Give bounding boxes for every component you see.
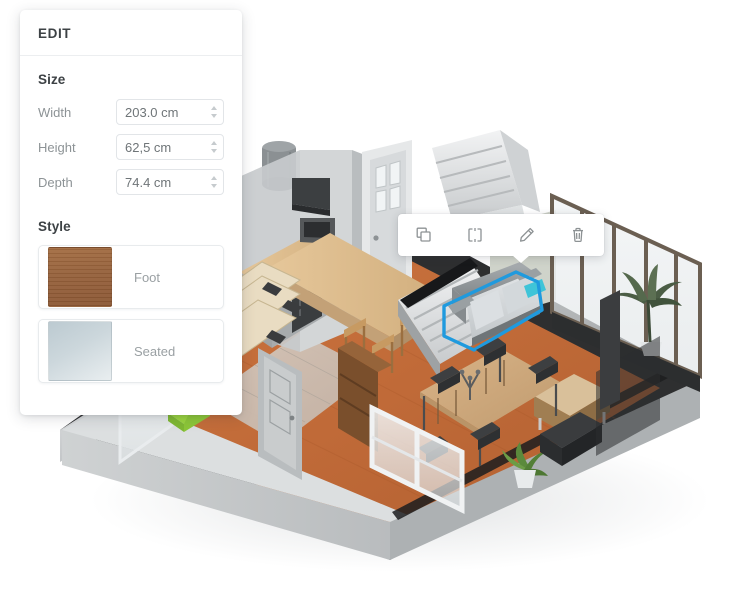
depth-input[interactable]: 74.4 cm [116,169,224,195]
depth-value: 74.4 cm [125,174,172,190]
copy-icon [415,226,433,244]
width-value: 203.0 cm [125,104,179,120]
stepper-down-arrow-icon[interactable] [211,184,217,188]
height-field-row: Height 62,5 cm [38,134,224,160]
staircase-upper [432,130,540,220]
edit-button[interactable] [501,214,553,256]
object-context-toolbar[interactable] [398,214,605,263]
stepper-down-arrow-icon[interactable] [211,149,217,153]
style-option-foot-label: Foot [134,269,161,285]
style-section-heading: Style [38,219,71,234]
height-stepper[interactable] [205,135,223,159]
style-swatch-wood [48,247,112,307]
duplicate-button[interactable] [398,214,450,256]
mirror-button[interactable] [450,214,502,256]
width-input[interactable]: 203.0 cm [116,99,224,125]
interior-door-panel [264,356,296,470]
width-field-row: Width 203.0 cm [38,99,224,125]
style-option-foot[interactable]: Foot [38,245,224,309]
depth-field-row: Depth 74.4 cm [38,169,224,195]
depth-stepper[interactable] [205,170,223,194]
width-label: Width [38,104,72,120]
edit-panel: EDIT Size Width 203.0 cm Height 62,5 cm [20,10,242,415]
pencil-icon [518,226,536,244]
interior-door-handle [289,415,295,421]
app-root: EDIT Size Width 203.0 cm Height 62,5 cm [0,0,730,602]
height-input[interactable]: 62,5 cm [116,134,224,160]
depth-label: Depth [38,174,73,190]
style-swatch-fabric [48,321,112,381]
height-label: Height [38,139,76,155]
panel-title: EDIT [38,26,72,41]
style-option-seated[interactable]: Seated [38,319,224,383]
delete-button[interactable] [553,214,605,256]
stepper-up-arrow-icon[interactable] [211,141,217,145]
stepper-up-arrow-icon[interactable] [211,106,217,110]
height-value: 62,5 cm [125,139,172,155]
style-option-seated-label: Seated [134,343,176,359]
trash-icon [569,226,587,244]
edit-panel-header: EDIT [20,10,242,56]
mirror-icon [466,226,484,244]
size-section-heading: Size [38,72,66,87]
stepper-down-arrow-icon[interactable] [211,114,217,118]
door-handle [373,235,379,241]
edit-panel-body: Size Width 203.0 cm Height 62,5 cm Depth… [20,56,242,415]
stepper-up-arrow-icon[interactable] [211,176,217,180]
width-stepper[interactable] [205,100,223,124]
